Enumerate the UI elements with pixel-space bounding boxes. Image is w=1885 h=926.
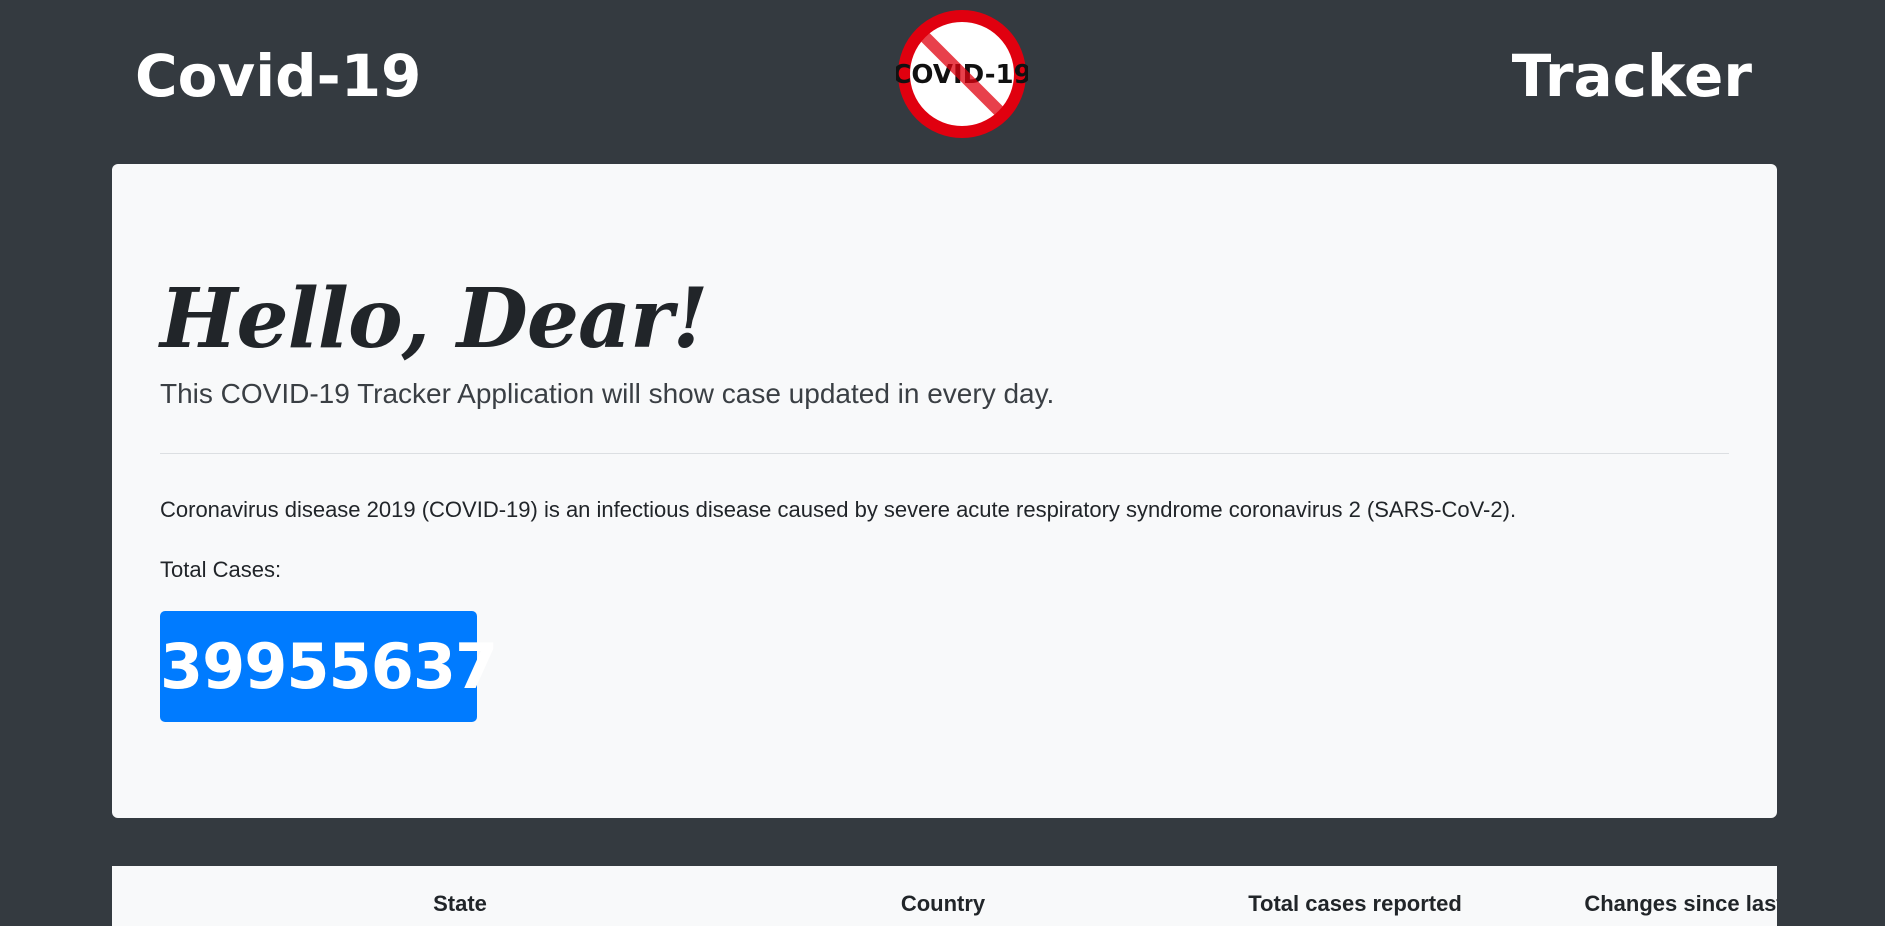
brand-title-left: Covid-19 (135, 42, 422, 110)
total-cases-label: Total Cases: (160, 557, 282, 582)
column-header-changes[interactable]: Changes since last day (1448, 890, 1777, 918)
greeting-heading: Hello, Dear! (160, 271, 708, 367)
cases-table: State Country Total cases reported Chang… (112, 866, 1777, 926)
column-header-state[interactable]: State (312, 890, 608, 918)
no-covid-logo-icon: COVID-19 (892, 8, 1032, 140)
column-header-country[interactable]: Country (748, 890, 1138, 918)
brand-title-right: Tracker (1511, 42, 1752, 110)
lead-text: This COVID-19 Tracker Application will s… (160, 378, 1055, 409)
total-cases-value: 39955637 (160, 611, 498, 722)
top-header: Covid-19 COVID-19 Tracker (0, 0, 1885, 164)
intro-card: Hello, Dear! This COVID-19 Tracker Appli… (112, 164, 1777, 818)
description-text: Coronavirus disease 2019 (COVID-19) is a… (160, 497, 1517, 522)
divider (160, 453, 1729, 454)
table-header-row: State Country Total cases reported Chang… (112, 866, 1777, 926)
